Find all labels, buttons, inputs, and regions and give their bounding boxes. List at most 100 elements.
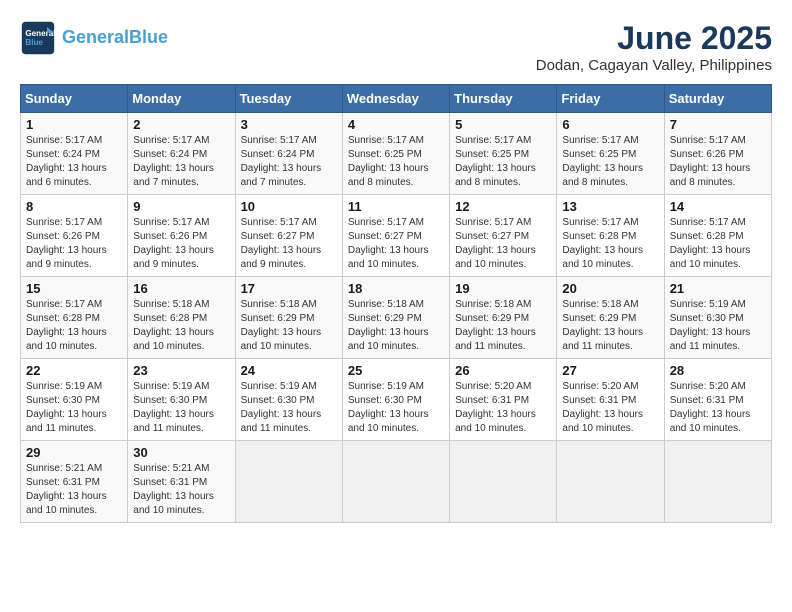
calendar-week-row: 1 Sunrise: 5:17 AMSunset: 6:24 PMDaylight…: [21, 113, 772, 195]
header-sunday: Sunday: [21, 85, 128, 113]
calendar-week-row: 29Sunrise: 5:21 AMSunset: 6:31 PMDayligh…: [21, 441, 772, 523]
calendar-cell: 24 Sunrise: 5:19 AMSunset: 6:30 PMDayligh…: [235, 359, 342, 441]
day-number: 11: [348, 199, 444, 214]
day-number: 9: [133, 199, 229, 214]
calendar-cell: [557, 441, 664, 523]
day-number: 6: [562, 117, 658, 132]
calendar-cell: 28Sunrise: 5:20 AMSunset: 6:31 PMDayligh…: [664, 359, 771, 441]
day-info: Sunrise: 5:17 AMSunset: 6:24 PMDaylight:…: [241, 134, 337, 190]
logo-text: GeneralBlue: [62, 28, 168, 48]
calendar-cell: 4 Sunrise: 5:17 AMSunset: 6:25 PMDaylight…: [342, 113, 449, 195]
day-info: Sunrise: 5:18 AMSunset: 6:29 PMDaylight:…: [455, 298, 551, 354]
day-info: Sunrise: 5:21 AMSunset: 6:31 PMDaylight:…: [26, 462, 122, 518]
header-friday: Friday: [557, 85, 664, 113]
calendar-cell: 13 Sunrise: 5:17 AMSunset: 6:28 PMDayligh…: [557, 195, 664, 277]
calendar-cell: 12Sunrise: 5:17 AMSunset: 6:27 PMDayligh…: [450, 195, 557, 277]
day-info: Sunrise: 5:17 AMSunset: 6:24 PMDaylight:…: [133, 134, 229, 190]
logo-blue: Blue: [129, 27, 168, 47]
calendar-cell: 10 Sunrise: 5:17 AMSunset: 6:27 PMDayligh…: [235, 195, 342, 277]
calendar-week-row: 15 Sunrise: 5:17 AMSunset: 6:28 PMDayligh…: [21, 277, 772, 359]
day-info: Sunrise: 5:18 AMSunset: 6:29 PMDaylight:…: [562, 298, 658, 354]
calendar-cell: 15 Sunrise: 5:17 AMSunset: 6:28 PMDayligh…: [21, 277, 128, 359]
day-info: Sunrise: 5:17 AMSunset: 6:26 PMDaylight:…: [26, 216, 122, 272]
day-info: Sunrise: 5:20 AMSunset: 6:31 PMDaylight:…: [562, 380, 658, 436]
day-info: Sunrise: 5:17 AMSunset: 6:27 PMDaylight:…: [348, 216, 444, 272]
day-number: 17: [241, 281, 337, 296]
day-number: 15: [26, 281, 122, 296]
day-number: 18: [348, 281, 444, 296]
calendar-cell: 3 Sunrise: 5:17 AMSunset: 6:24 PMDaylight…: [235, 113, 342, 195]
day-number: 21: [670, 281, 766, 296]
calendar-cell: 18 Sunrise: 5:18 AMSunset: 6:29 PMDayligh…: [342, 277, 449, 359]
calendar-cell: 26 Sunrise: 5:20 AMSunset: 6:31 PMDayligh…: [450, 359, 557, 441]
day-info: Sunrise: 5:20 AMSunset: 6:31 PMDaylight:…: [455, 380, 551, 436]
day-number: 22: [26, 363, 122, 378]
day-number: 19: [455, 281, 551, 296]
day-number: 10: [241, 199, 337, 214]
day-info: Sunrise: 5:18 AMSunset: 6:29 PMDaylight:…: [348, 298, 444, 354]
calendar-cell: [450, 441, 557, 523]
header-thursday: Thursday: [450, 85, 557, 113]
day-info: Sunrise: 5:17 AMSunset: 6:25 PMDaylight:…: [348, 134, 444, 190]
day-number: 23: [133, 363, 229, 378]
day-info: Sunrise: 5:19 AMSunset: 6:30 PMDaylight:…: [348, 380, 444, 436]
header-tuesday: Tuesday: [235, 85, 342, 113]
day-info: Sunrise: 5:19 AMSunset: 6:30 PMDaylight:…: [241, 380, 337, 436]
day-number: 8: [26, 199, 122, 214]
calendar-cell: 21 Sunrise: 5:19 AMSunset: 6:30 PMDayligh…: [664, 277, 771, 359]
calendar-cell: [342, 441, 449, 523]
calendar-cell: 29Sunrise: 5:21 AMSunset: 6:31 PMDayligh…: [21, 441, 128, 523]
day-info: Sunrise: 5:17 AMSunset: 6:26 PMDaylight:…: [670, 134, 766, 190]
day-number: 24: [241, 363, 337, 378]
day-number: 5: [455, 117, 551, 132]
day-info: Sunrise: 5:19 AMSunset: 6:30 PMDaylight:…: [26, 380, 122, 436]
day-number: 25: [348, 363, 444, 378]
calendar-cell: 30 Sunrise: 5:21 AMSunset: 6:31 PMDayligh…: [128, 441, 235, 523]
calendar-cell: 27 Sunrise: 5:20 AMSunset: 6:31 PMDayligh…: [557, 359, 664, 441]
day-number: 7: [670, 117, 766, 132]
day-info: Sunrise: 5:19 AMSunset: 6:30 PMDaylight:…: [670, 298, 766, 354]
header: General Blue GeneralBlue June 2025 Dodan…: [20, 20, 772, 74]
title-area: June 2025 Dodan, Cagayan Valley, Philipp…: [536, 20, 772, 74]
day-info: Sunrise: 5:17 AMSunset: 6:28 PMDaylight:…: [26, 298, 122, 354]
day-info: Sunrise: 5:17 AMSunset: 6:28 PMDaylight:…: [670, 216, 766, 272]
calendar-cell: 16Sunrise: 5:18 AMSunset: 6:28 PMDayligh…: [128, 277, 235, 359]
day-number: 13: [562, 199, 658, 214]
day-number: 30: [133, 445, 229, 460]
day-number: 14: [670, 199, 766, 214]
calendar-cell: 5 Sunrise: 5:17 AMSunset: 6:25 PMDaylight…: [450, 113, 557, 195]
calendar-cell: 6 Sunrise: 5:17 AMSunset: 6:25 PMDaylight…: [557, 113, 664, 195]
day-number: 1: [26, 117, 122, 132]
day-number: 12: [455, 199, 551, 214]
day-info: Sunrise: 5:19 AMSunset: 6:30 PMDaylight:…: [133, 380, 229, 436]
day-info: Sunrise: 5:17 AMSunset: 6:27 PMDaylight:…: [241, 216, 337, 272]
day-number: 4: [348, 117, 444, 132]
day-info: Sunrise: 5:18 AMSunset: 6:29 PMDaylight:…: [241, 298, 337, 354]
calendar-table: Sunday Monday Tuesday Wednesday Thursday…: [20, 84, 772, 523]
calendar-cell: 23 Sunrise: 5:19 AMSunset: 6:30 PMDayligh…: [128, 359, 235, 441]
header-monday: Monday: [128, 85, 235, 113]
location-title: Dodan, Cagayan Valley, Philippines: [536, 57, 772, 74]
header-saturday: Saturday: [664, 85, 771, 113]
day-number: 26: [455, 363, 551, 378]
day-number: 28: [670, 363, 766, 378]
calendar-cell: 25 Sunrise: 5:19 AMSunset: 6:30 PMDayligh…: [342, 359, 449, 441]
weekday-header-row: Sunday Monday Tuesday Wednesday Thursday…: [21, 85, 772, 113]
day-info: Sunrise: 5:17 AMSunset: 6:25 PMDaylight:…: [455, 134, 551, 190]
logo-general: General: [62, 27, 129, 47]
day-info: Sunrise: 5:17 AMSunset: 6:25 PMDaylight:…: [562, 134, 658, 190]
day-info: Sunrise: 5:21 AMSunset: 6:31 PMDaylight:…: [133, 462, 229, 518]
calendar-cell: 9Sunrise: 5:17 AMSunset: 6:26 PMDaylight…: [128, 195, 235, 277]
day-number: 3: [241, 117, 337, 132]
calendar-cell: 2 Sunrise: 5:17 AMSunset: 6:24 PMDaylight…: [128, 113, 235, 195]
calendar-week-row: 8 Sunrise: 5:17 AMSunset: 6:26 PMDaylight…: [21, 195, 772, 277]
calendar-cell: 1 Sunrise: 5:17 AMSunset: 6:24 PMDaylight…: [21, 113, 128, 195]
day-number: 27: [562, 363, 658, 378]
month-title: June 2025: [536, 20, 772, 57]
day-number: 16: [133, 281, 229, 296]
header-wednesday: Wednesday: [342, 85, 449, 113]
day-info: Sunrise: 5:17 AMSunset: 6:28 PMDaylight:…: [562, 216, 658, 272]
day-number: 2: [133, 117, 229, 132]
day-info: Sunrise: 5:17 AMSunset: 6:24 PMDaylight:…: [26, 134, 122, 190]
day-number: 20: [562, 281, 658, 296]
